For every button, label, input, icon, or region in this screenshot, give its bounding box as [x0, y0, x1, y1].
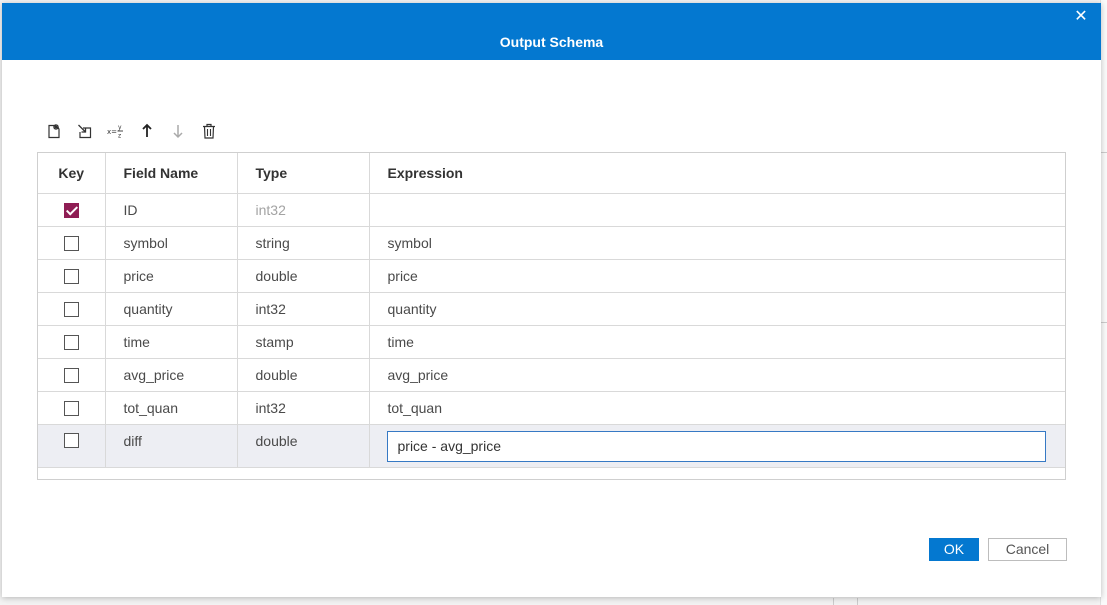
field-name-cell[interactable]: ID [105, 193, 238, 227]
column-header-expression[interactable]: Expression [369, 153, 1065, 194]
key-cell [38, 424, 106, 468]
expression-cell[interactable] [369, 193, 1065, 227]
key-checkbox[interactable] [63, 334, 79, 350]
table-row[interactable]: symbol string symbol [38, 226, 1065, 260]
svg-text:z: z [118, 133, 121, 140]
field-name-cell[interactable]: symbol [105, 226, 238, 260]
move-up-icon[interactable] [137, 121, 157, 141]
field-name-cell[interactable]: diff [105, 424, 238, 468]
key-cell [38, 193, 106, 227]
svg-text:y: y [118, 124, 122, 131]
schema-toolbar: x= y z [44, 121, 230, 141]
table-row[interactable]: quantity int32 quantity [38, 292, 1065, 326]
key-checkbox[interactable] [63, 235, 79, 251]
key-checkbox[interactable] [63, 301, 79, 317]
expression-icon[interactable]: x= y z [106, 121, 126, 141]
field-name-cell[interactable]: tot_quan [105, 391, 238, 425]
insert-field-icon[interactable] [75, 121, 95, 141]
key-cell [38, 358, 106, 392]
background-panel [1100, 0, 1107, 605]
dialog-title: Output Schema [499, 34, 604, 50]
close-icon[interactable]: ✕ [1073, 9, 1089, 25]
key-checkbox[interactable] [63, 202, 79, 218]
expression-cell[interactable]: price [369, 259, 1065, 293]
expression-cell[interactable]: symbol [369, 226, 1065, 260]
output-schema-dialog: Output Schema ✕ x= y z Key Field Name Ty… [2, 3, 1101, 597]
background-divider [1100, 322, 1107, 323]
key-checkbox[interactable] [63, 367, 79, 383]
type-cell[interactable]: double [237, 424, 370, 468]
key-cell [38, 292, 106, 326]
background-divider [857, 598, 858, 605]
expression-input[interactable] [386, 430, 1046, 462]
table-row[interactable]: time stamp time [38, 325, 1065, 359]
svg-text:x=: x= [107, 128, 117, 136]
table-header-row: Key Field Name Type Expression [38, 153, 1065, 194]
delete-icon[interactable] [199, 121, 219, 141]
field-name-cell[interactable]: time [105, 325, 238, 359]
key-cell [38, 391, 106, 425]
type-cell[interactable]: double [237, 259, 370, 293]
expression-cell[interactable]: avg_price [369, 358, 1065, 392]
key-cell [38, 325, 106, 359]
type-cell[interactable]: string [237, 226, 370, 260]
key-checkbox[interactable] [63, 433, 79, 449]
expression-cell [369, 424, 1065, 468]
expression-cell[interactable]: time [369, 325, 1065, 359]
schema-grid: Key Field Name Type Expression ID int32 … [37, 152, 1066, 480]
key-checkbox[interactable] [63, 400, 79, 416]
cancel-button[interactable]: Cancel [988, 538, 1067, 561]
type-cell[interactable]: double [237, 358, 370, 392]
schema-table: Key Field Name Type Expression ID int32 … [38, 153, 1065, 468]
key-cell [38, 259, 106, 293]
expression-cell[interactable]: quantity [369, 292, 1065, 326]
expression-cell[interactable]: tot_quan [369, 391, 1065, 425]
table-row[interactable]: avg_price double avg_price [38, 358, 1065, 392]
table-row[interactable]: ID int32 [38, 193, 1065, 227]
background-divider [1100, 152, 1107, 153]
background-divider [833, 598, 834, 605]
field-name-cell[interactable]: avg_price [105, 358, 238, 392]
ok-button[interactable]: OK [929, 538, 979, 561]
column-header-field-name[interactable]: Field Name [105, 153, 238, 194]
key-cell [38, 226, 106, 260]
key-checkbox[interactable] [63, 268, 79, 284]
type-cell[interactable]: stamp [237, 325, 370, 359]
table-row-selected[interactable]: diff double [38, 424, 1065, 468]
column-header-key[interactable]: Key [38, 153, 106, 194]
table-row[interactable]: tot_quan int32 tot_quan [38, 391, 1065, 425]
table-row[interactable]: price double price [38, 259, 1065, 293]
column-header-type[interactable]: Type [237, 153, 370, 194]
dialog-titlebar: Output Schema ✕ [2, 3, 1101, 60]
new-field-icon[interactable] [44, 121, 64, 141]
type-cell[interactable]: int32 [237, 391, 370, 425]
field-name-cell[interactable]: price [105, 259, 238, 293]
field-name-cell[interactable]: quantity [105, 292, 238, 326]
type-cell[interactable]: int32 [237, 193, 370, 227]
type-cell[interactable]: int32 [237, 292, 370, 326]
move-down-icon[interactable] [168, 121, 188, 141]
